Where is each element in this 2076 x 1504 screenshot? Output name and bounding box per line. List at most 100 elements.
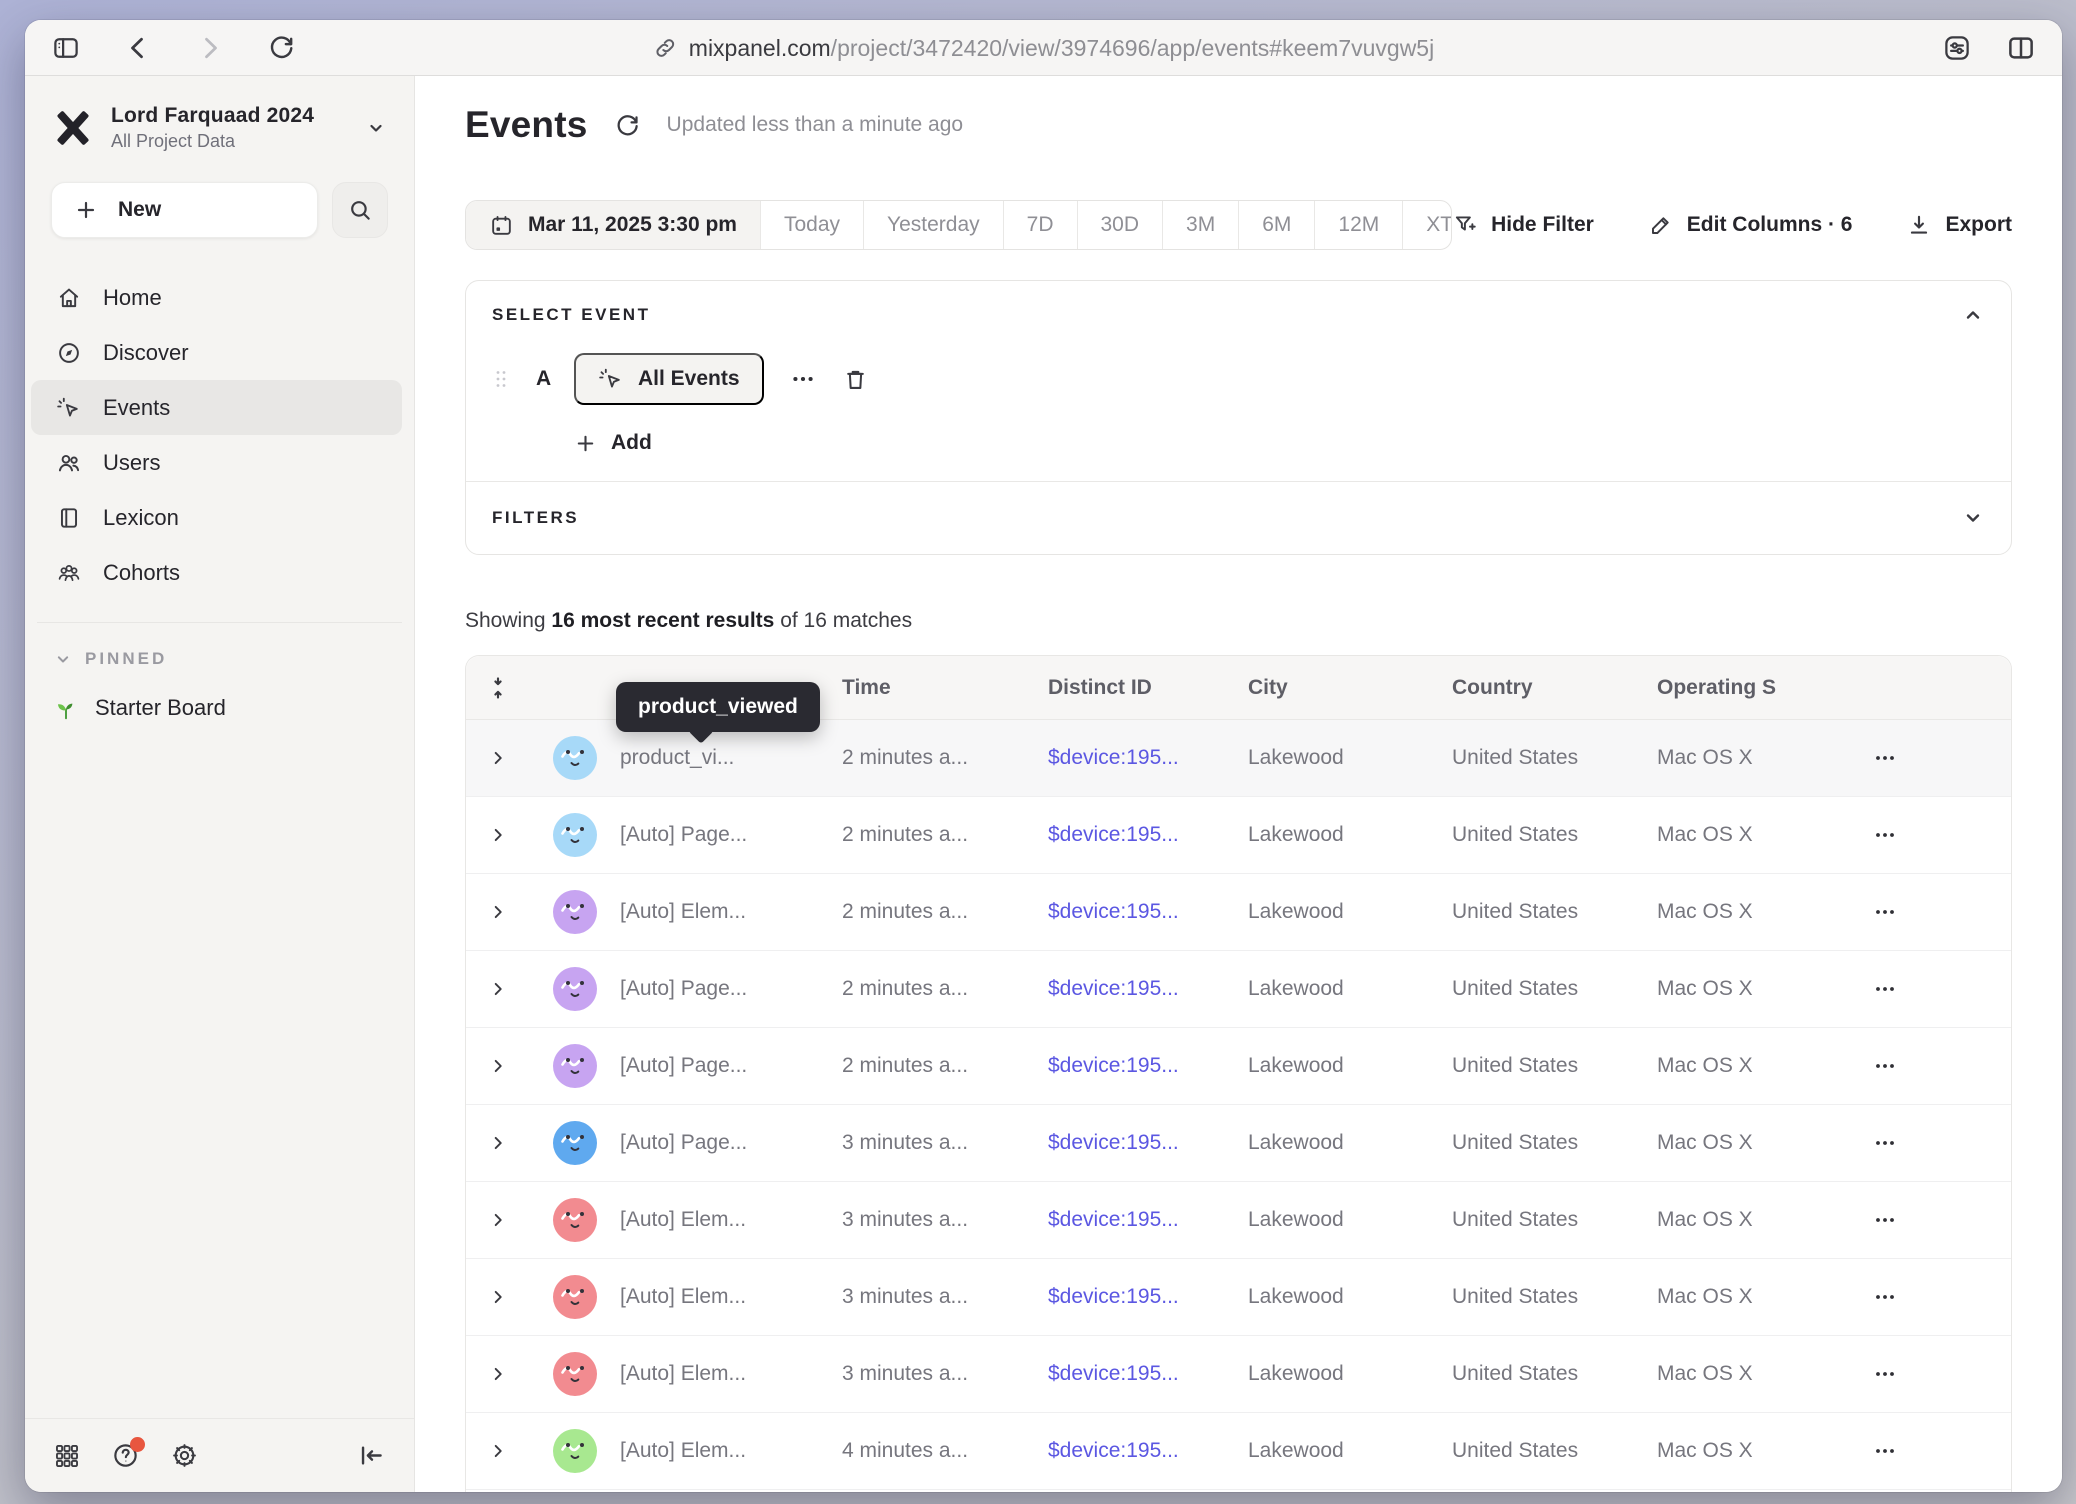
expand-row-button[interactable] — [487, 978, 509, 1000]
range-6m[interactable]: 6M — [1239, 201, 1315, 249]
row-menu-button[interactable] — [1873, 823, 1897, 847]
event-name: [Auto] Page... — [620, 1054, 842, 1078]
sidebar-item-label: Events — [103, 395, 170, 421]
sidebar-item-lexicon[interactable]: Lexicon — [31, 490, 402, 545]
column-header-os[interactable]: Operating S — [1657, 676, 1843, 700]
forward-button[interactable] — [195, 33, 225, 63]
country: United States — [1452, 977, 1657, 1001]
row-menu-button[interactable] — [1873, 977, 1897, 1001]
page-settings-button[interactable] — [1942, 33, 1972, 63]
range-yesterday[interactable]: Yesterday — [864, 201, 1004, 249]
range-7d[interactable]: 7D — [1004, 201, 1078, 249]
expand-row-button[interactable] — [487, 1132, 509, 1154]
refresh-button[interactable] — [267, 33, 296, 62]
row-menu-button[interactable] — [1873, 1131, 1897, 1155]
distinct-id-link[interactable]: $device:195... — [1048, 900, 1248, 924]
refresh-data-button[interactable] — [614, 112, 641, 139]
browser-sidebar-toggle-button[interactable] — [51, 33, 81, 63]
browser-toolbar: mixpanel.com/project/3472420/view/397469… — [25, 20, 2062, 76]
expand-filters-button[interactable] — [1961, 506, 1985, 530]
distinct-id-link[interactable]: $device:195... — [1048, 1285, 1248, 1309]
range-12m[interactable]: 12M — [1315, 201, 1403, 249]
distinct-id-link[interactable]: $device:195... — [1048, 1054, 1248, 1078]
table-row[interactable]: [Auto] Page... 2 minutes a... $device:19… — [466, 1028, 2011, 1105]
expand-row-button[interactable] — [487, 901, 509, 923]
row-menu-button[interactable] — [1873, 746, 1897, 770]
collapse-all-rows-button[interactable] — [485, 675, 511, 701]
column-header-time[interactable]: Time — [842, 676, 1048, 700]
back-button[interactable] — [123, 33, 153, 63]
table-row[interactable]: [Auto] Elem... 3 minutes a... $device:19… — [466, 1336, 2011, 1413]
chevron-right-icon — [487, 901, 509, 923]
distinct-id-link[interactable]: $device:195... — [1048, 1208, 1248, 1232]
split-view-button[interactable] — [2006, 33, 2036, 63]
distinct-id-link[interactable]: $device:195... — [1048, 746, 1248, 770]
edit-columns-button[interactable]: Edit Columns · 6 — [1648, 212, 1853, 238]
country: United States — [1452, 900, 1657, 924]
distinct-id-link[interactable]: $device:195... — [1048, 977, 1248, 1001]
expand-row-button[interactable] — [487, 1286, 509, 1308]
search-button[interactable] — [332, 182, 388, 238]
collapse-sidebar-button[interactable] — [357, 1441, 386, 1470]
city: Lakewood — [1248, 1362, 1452, 1386]
delete-event-button[interactable] — [842, 366, 869, 393]
column-header-city[interactable]: City — [1248, 676, 1452, 700]
distinct-id-link[interactable]: $device:195... — [1048, 823, 1248, 847]
expand-row-button[interactable] — [487, 1209, 509, 1231]
range-today[interactable]: Today — [761, 201, 864, 249]
row-menu-button[interactable] — [1873, 1362, 1897, 1386]
expand-row-button[interactable] — [487, 747, 509, 769]
row-menu-button[interactable] — [1873, 1054, 1897, 1078]
collapse-section-button[interactable] — [1961, 303, 1985, 327]
event-selector-chip[interactable]: All Events — [574, 353, 764, 405]
expand-row-button[interactable] — [487, 824, 509, 846]
expand-row-button[interactable] — [487, 1440, 509, 1462]
range-30d[interactable]: 30D — [1078, 201, 1164, 249]
sidebar-item-home[interactable]: Home — [31, 270, 402, 325]
table-row[interactable]: [Auto] Elem... 3 minutes a... $device:19… — [466, 1182, 2011, 1259]
hide-filter-button[interactable]: Hide Filter — [1452, 212, 1594, 238]
sidebar-item-starter-board[interactable]: Starter Board — [25, 669, 414, 721]
sidebar-item-label: Lexicon — [103, 505, 179, 531]
project-switcher[interactable]: Lord Farquaad 2024 All Project Data — [25, 76, 414, 160]
range-3m[interactable]: 3M — [1163, 201, 1239, 249]
table-row[interactable]: [Auto] Page... 3 minutes a... $device:19… — [466, 1105, 2011, 1182]
table-row[interactable]: [Auto] Elem... 3 minutes a... $device:19… — [466, 1259, 2011, 1336]
range-xtd-dropdown[interactable]: XTD — [1403, 201, 1452, 249]
sidebar-item-users[interactable]: Users — [31, 435, 402, 490]
distinct-id-link[interactable]: $device:195... — [1048, 1439, 1248, 1463]
address-bar[interactable]: mixpanel.com/project/3472420/view/397469… — [653, 20, 1434, 76]
add-event-button[interactable]: Add — [574, 431, 652, 455]
face-icon — [553, 1429, 597, 1473]
distinct-id-link[interactable]: $device:195... — [1048, 1362, 1248, 1386]
expand-row-button[interactable] — [487, 1055, 509, 1077]
new-button[interactable]: New — [51, 182, 318, 238]
table-row[interactable]: [Auto] Elem... 4 minutes a... $device:19… — [466, 1413, 2011, 1490]
expand-row-button[interactable] — [487, 1363, 509, 1385]
column-header-distinct-id[interactable]: Distinct ID — [1048, 676, 1248, 700]
row-menu-button[interactable] — [1873, 1208, 1897, 1232]
table-row[interactable] — [466, 1490, 2011, 1492]
table-row[interactable]: [Auto] Page... 2 minutes a... $device:19… — [466, 797, 2011, 874]
drag-handle[interactable] — [492, 368, 522, 390]
date-picker-button[interactable]: Mar 11, 2025 3:30 pm — [466, 201, 761, 249]
row-menu-button[interactable] — [1873, 1285, 1897, 1309]
country: United States — [1452, 1285, 1657, 1309]
date-range-control: Mar 11, 2025 3:30 pm Today Yesterday 7D … — [465, 200, 1452, 250]
settings-button[interactable] — [170, 1441, 199, 1470]
sidebar-item-cohorts[interactable]: Cohorts — [31, 545, 402, 600]
distinct-id-link[interactable]: $device:195... — [1048, 1131, 1248, 1155]
event-more-button[interactable] — [790, 366, 816, 392]
row-menu-button[interactable] — [1873, 900, 1897, 924]
chevron-right-icon — [487, 1209, 509, 1231]
row-menu-button[interactable] — [1873, 1439, 1897, 1463]
calendar-icon — [489, 213, 514, 238]
apps-grid-button[interactable] — [53, 1442, 81, 1470]
table-row[interactable]: [Auto] Page... 2 minutes a... $device:19… — [466, 951, 2011, 1028]
sidebar-item-events[interactable]: Events — [31, 380, 402, 435]
sidebar-item-discover[interactable]: Discover — [31, 325, 402, 380]
column-header-country[interactable]: Country — [1452, 676, 1657, 700]
table-row[interactable]: [Auto] Elem... 2 minutes a... $device:19… — [466, 874, 2011, 951]
pinned-section-toggle[interactable]: PINNED — [25, 623, 414, 669]
export-button[interactable]: Export — [1906, 212, 2012, 238]
